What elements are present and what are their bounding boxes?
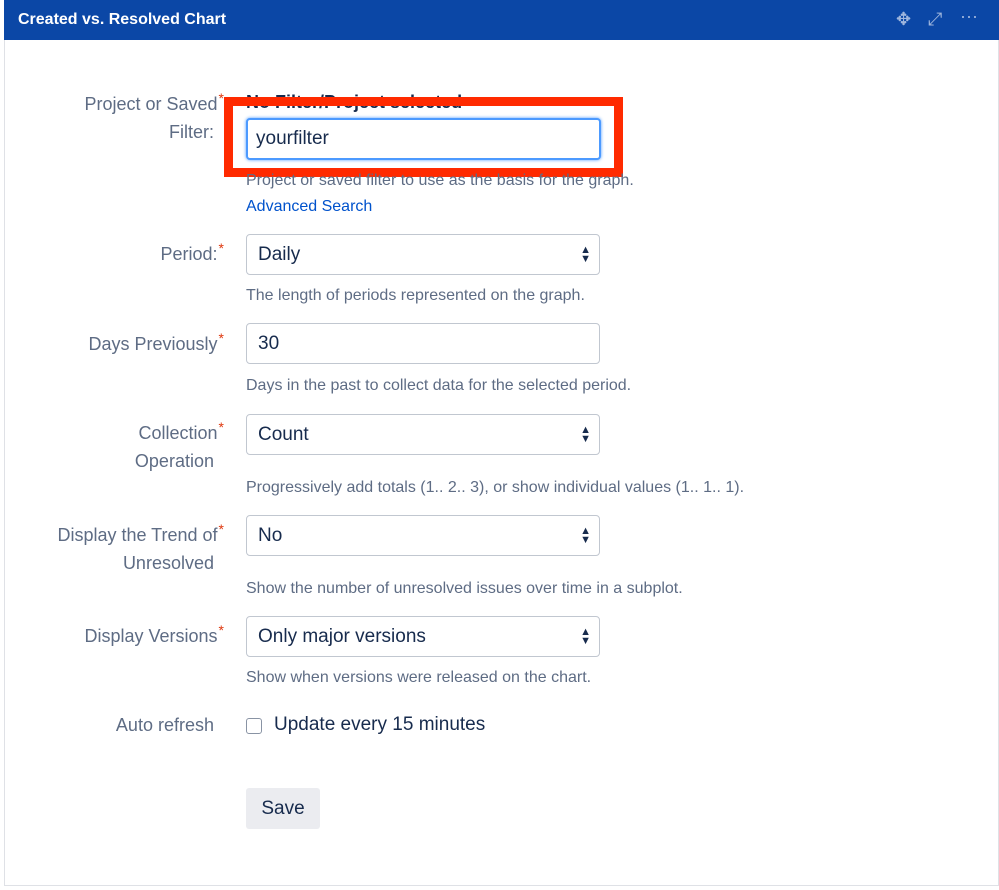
versions-select[interactable]: Only major versions ▲ ▼ xyxy=(246,616,600,657)
trend-label: Display the Trend of* Unresolved xyxy=(57,521,224,573)
more-icon[interactable]: ··· xyxy=(960,6,978,27)
period-select[interactable]: Daily ▲ ▼ xyxy=(246,234,600,275)
collection-label: Collection* Operation xyxy=(134,419,224,471)
select-arrows-icon: ▲ ▼ xyxy=(580,424,591,445)
versions-help: Show when versions were released on the … xyxy=(246,669,592,686)
auto-refresh-checkbox-label[interactable]: Update every 15 minutes xyxy=(274,714,485,736)
collection-help: Progressively add totals (1.. 2.. 3), or… xyxy=(246,479,745,496)
days-help: Days in the past to collect data for the… xyxy=(246,377,632,394)
refresh-label: Auto refresh xyxy=(115,715,214,735)
project-help: Project or saved filter to use as the ba… xyxy=(246,172,634,189)
select-arrows-icon: ▲ ▼ xyxy=(580,626,591,647)
gadget-header: Created vs. Resolved Chart ✥ ⤢ ··· xyxy=(4,0,999,40)
trend-help: Show the number of unresolved issues ove… xyxy=(246,580,683,597)
collection-select[interactable]: Count ▲ ▼ xyxy=(246,414,600,455)
project-label: Project or Saved* Filter: xyxy=(84,90,224,142)
highlight-box xyxy=(224,97,623,177)
period-label: Period:* xyxy=(160,240,225,264)
auto-refresh-checkbox[interactable] xyxy=(246,718,262,734)
select-arrows-icon: ▲ ▼ xyxy=(580,244,591,265)
period-help: The length of periods represented on the… xyxy=(246,287,585,304)
days-input[interactable]: 30 xyxy=(246,323,600,364)
trend-select[interactable]: No ▲ ▼ xyxy=(246,515,600,556)
move-icon[interactable]: ✥ xyxy=(896,9,911,30)
advanced-search-link[interactable]: Advanced Search xyxy=(246,198,372,216)
expand-icon[interactable]: ⤢ xyxy=(928,9,942,30)
days-label: Days Previously* xyxy=(88,330,225,354)
select-arrows-icon: ▲ ▼ xyxy=(580,525,591,546)
versions-label: Display Versions* xyxy=(84,622,224,646)
save-button[interactable]: Save xyxy=(246,788,320,829)
gadget-title: Created vs. Resolved Chart xyxy=(18,11,227,28)
